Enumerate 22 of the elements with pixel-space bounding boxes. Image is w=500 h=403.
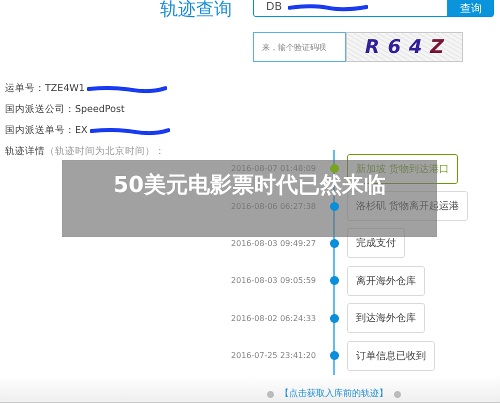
- dot-icon: [267, 391, 274, 398]
- info-label: 国内派送单号：: [5, 124, 75, 137]
- event-card: 到达海外仓库: [347, 303, 425, 334]
- captcha-image[interactable]: R 6 4 Z: [346, 32, 463, 62]
- dot-icon: [394, 391, 401, 398]
- event-time: 2016-08-03 09:05:59: [230, 276, 316, 286]
- info-value: SpeedPost: [75, 104, 125, 115]
- event-card: 离开海外仓库: [347, 266, 425, 296]
- event-time: 2016-07-25 23:41:20: [230, 351, 316, 360]
- info-value: TZE4W1: [45, 83, 85, 94]
- event-time: 2016-08-03 09:49:27: [230, 238, 316, 248]
- captcha-field[interactable]: 来，输个验证码呗: [253, 32, 346, 62]
- info-value: EX: [75, 125, 88, 136]
- details-label: 轨迹详情: [5, 145, 45, 158]
- info-label: 国内派送公司：: [5, 103, 75, 116]
- event-card: 完成支付: [347, 228, 405, 258]
- event-card: 订单信息已收到: [347, 340, 435, 371]
- page-title: 轨迹查询: [160, 0, 233, 20]
- event-time: 2016-08-02 06:24:33: [230, 314, 316, 323]
- info-label: 运单号：: [5, 82, 45, 95]
- search-field[interactable]: DB: [253, 0, 448, 17]
- details-note: （轨迹时间为北京时间）：: [45, 145, 165, 158]
